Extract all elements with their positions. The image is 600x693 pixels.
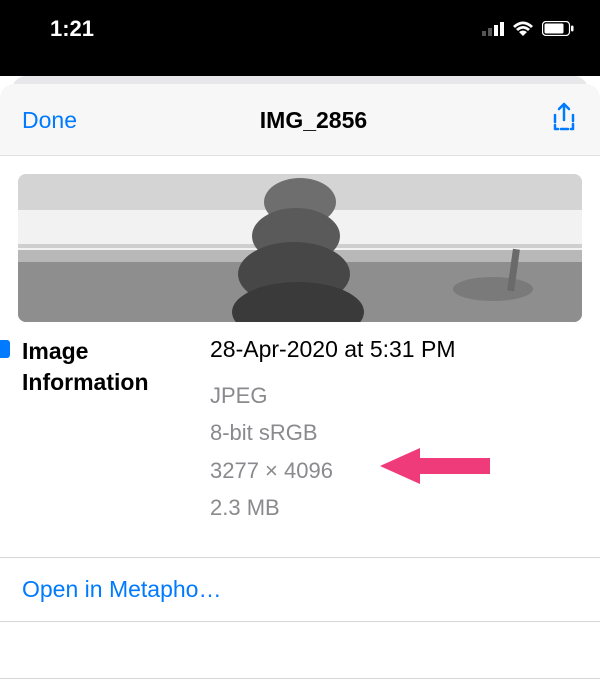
section-label: Image Information: [10, 336, 210, 527]
cellular-icon: [482, 16, 504, 42]
done-button[interactable]: Done: [22, 107, 77, 134]
image-information-section: Image Information 28-Apr-2020 at 5:31 PM…: [0, 336, 600, 557]
page-title: IMG_2856: [260, 107, 367, 134]
nav-bar: Done IMG_2856: [0, 84, 600, 156]
open-in-app-button[interactable]: Open in Metapho…: [0, 557, 600, 621]
image-preview[interactable]: [18, 174, 582, 322]
status-time: 1:21: [50, 16, 94, 42]
image-format: JPEG: [210, 377, 582, 414]
status-icons: [482, 16, 574, 42]
status-bar: 1:21: [0, 0, 600, 58]
section-marker: [0, 340, 10, 358]
share-button[interactable]: [550, 102, 578, 139]
image-filesize: 2.3 MB: [210, 489, 582, 526]
image-date: 28-Apr-2020 at 5:31 PM: [210, 336, 582, 363]
wifi-icon: [512, 16, 534, 42]
arrow-annotation-icon: [380, 444, 490, 493]
list-row-empty[interactable]: [0, 621, 600, 679]
battery-icon: [542, 16, 574, 42]
modal-sheet: Done IMG_2856: [0, 84, 600, 679]
